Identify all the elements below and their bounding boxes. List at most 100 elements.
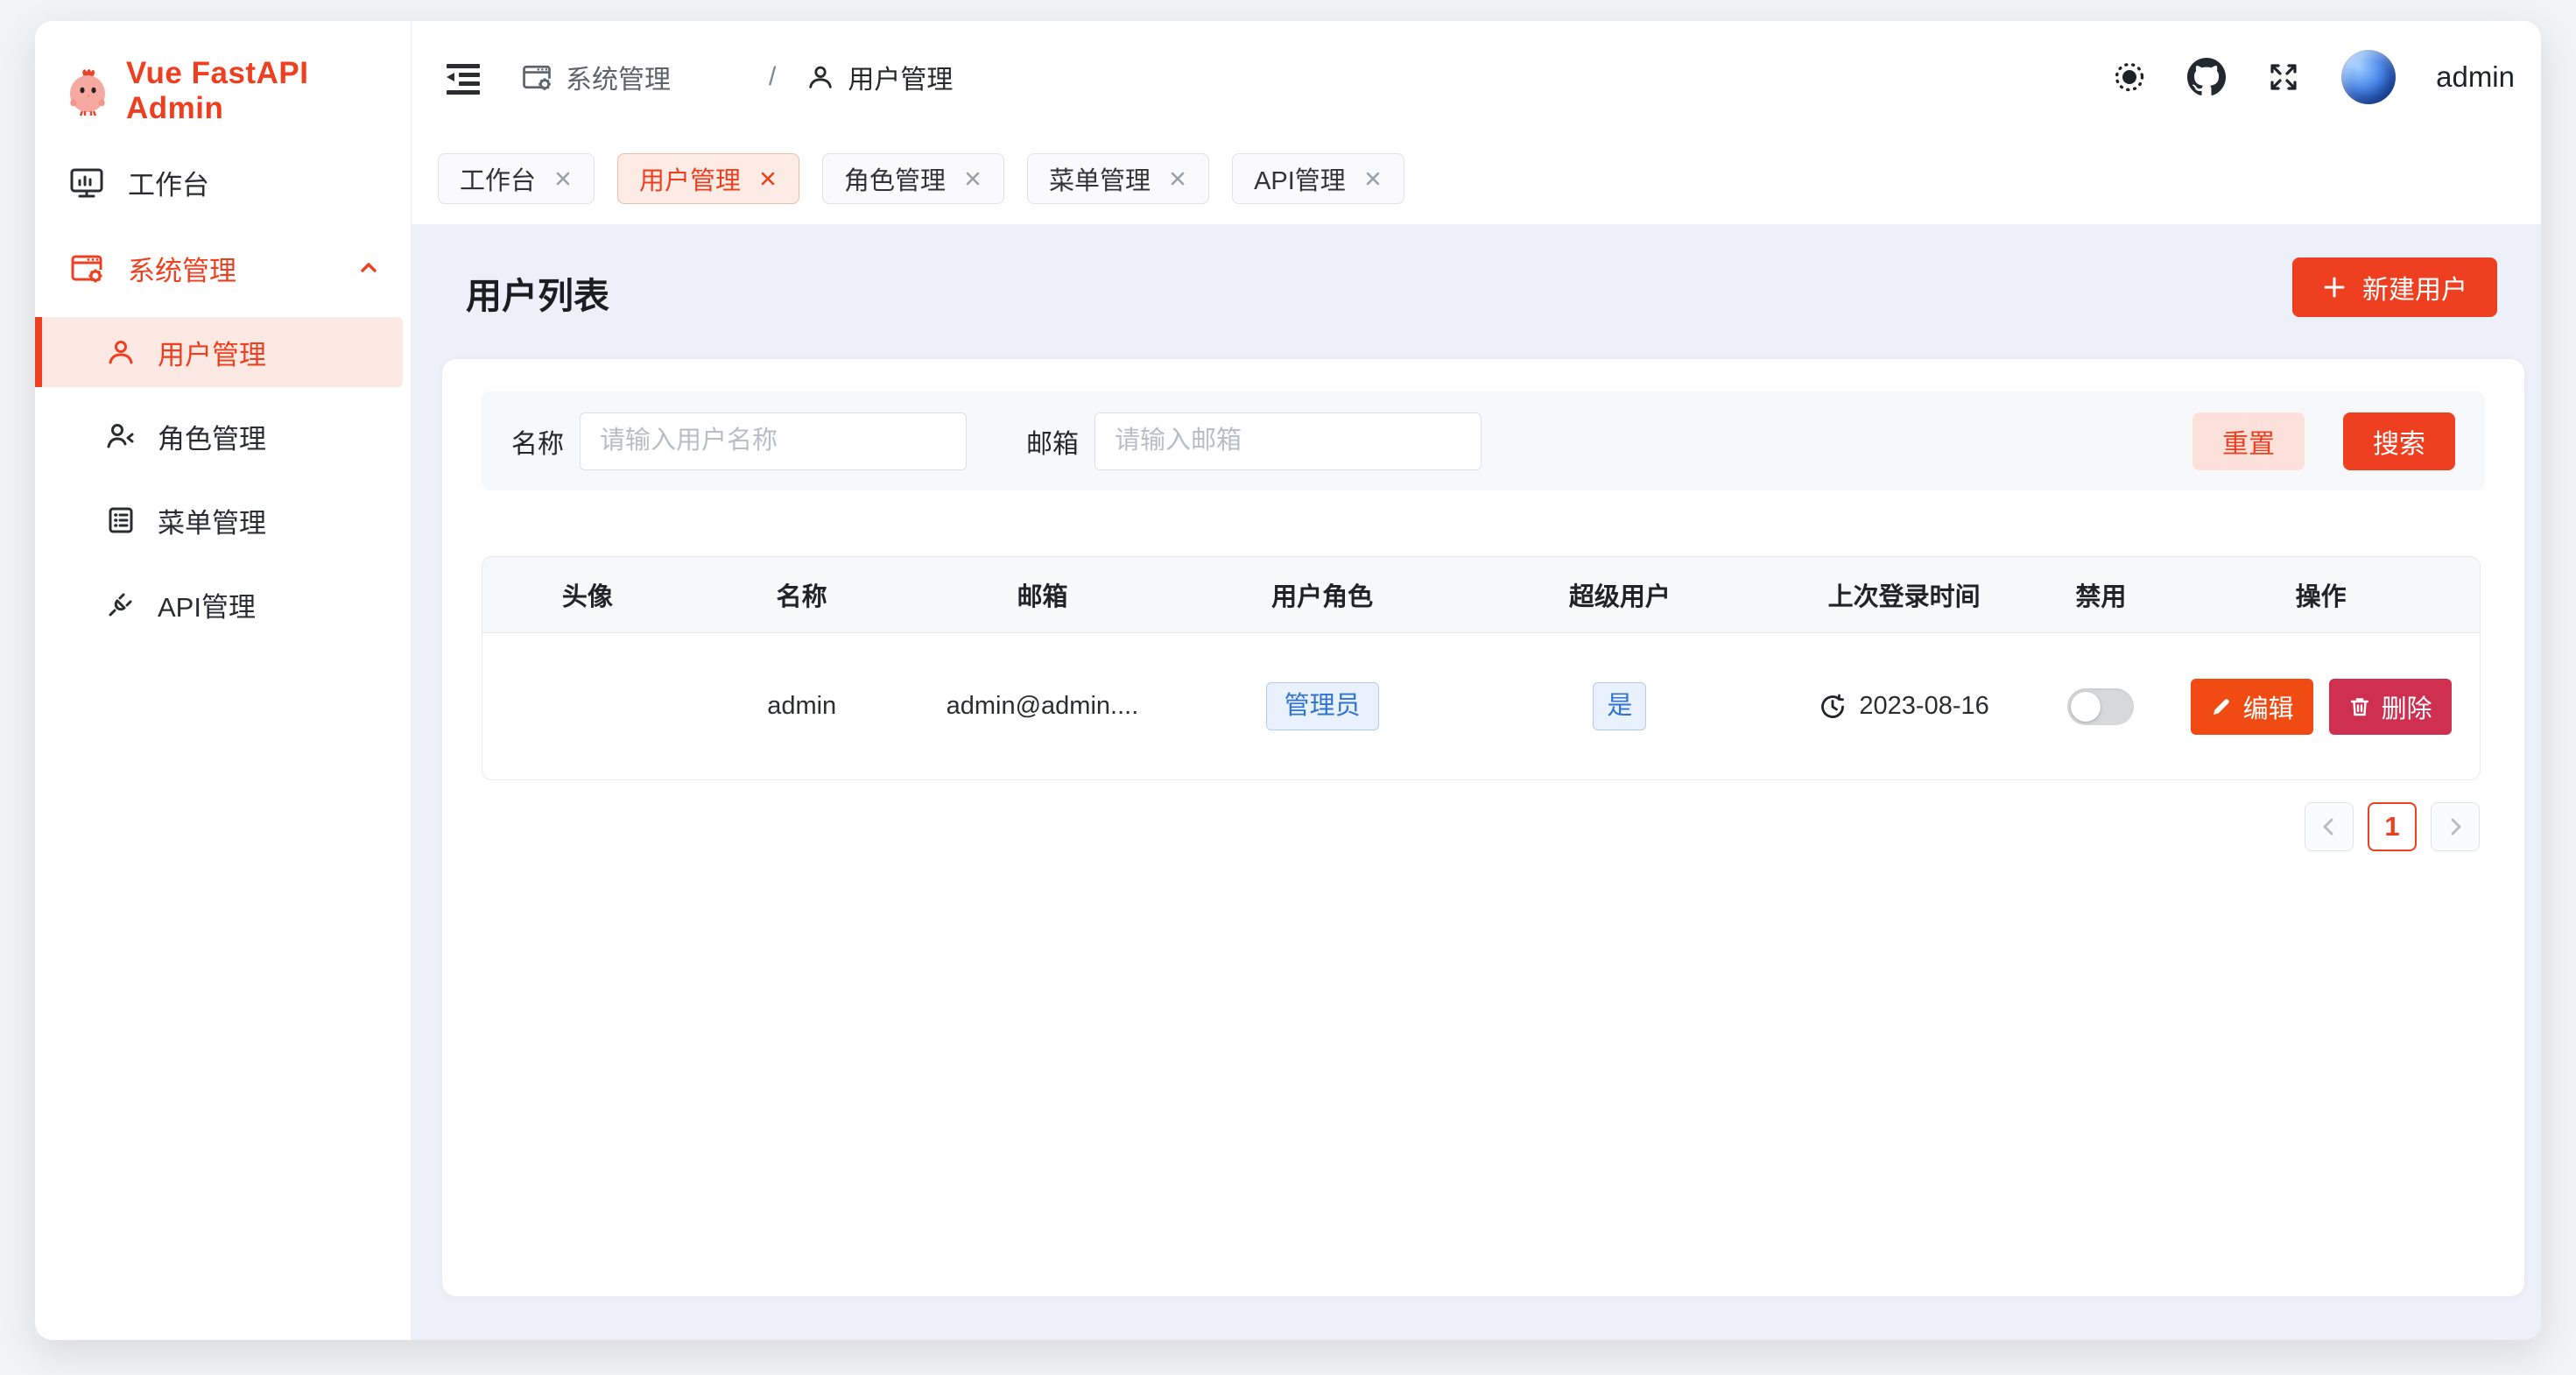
column-header-name: 名称: [693, 576, 911, 613]
close-icon[interactable]: [553, 169, 573, 188]
tab-users[interactable]: 用户管理: [617, 153, 799, 204]
topbar-actions: admin: [2112, 50, 2515, 104]
github-icon[interactable]: [2187, 58, 2226, 96]
sidebar-item-system[interactable]: 系统管理: [35, 231, 412, 305]
table-header-row: 头像 名称 邮箱 用户角色 超级用户 上次登录时间 禁用 操作: [482, 557, 2480, 633]
name-cell: admin: [693, 692, 911, 721]
topbar: 系统管理 / 用户管理: [412, 21, 2541, 133]
close-icon[interactable]: [758, 169, 778, 188]
tab-label: 菜单管理: [1049, 160, 1151, 197]
email-filter-input[interactable]: [1094, 412, 1482, 470]
system-gear-icon: [68, 250, 105, 286]
breadcrumb-label: 系统管理: [566, 58, 671, 96]
sidebar-menu: 工作台 系统管理: [35, 145, 412, 653]
column-header-role: 用户角色: [1173, 576, 1471, 613]
tab-label: 角色管理: [844, 160, 946, 197]
table-row: admin admin@admin.... 管理员 是: [482, 633, 2480, 779]
delete-button-label: 删除: [2382, 688, 2432, 725]
pencil-icon: [2210, 695, 2233, 718]
column-header-avatar: 头像: [482, 576, 693, 613]
main-content: 用户列表 新建用户 名称 邮箱 重置 搜索 头像 名称 邮: [412, 224, 2541, 1340]
user-avatar[interactable]: [2341, 50, 2396, 104]
sidebar-item-label: 系统管理: [128, 249, 236, 288]
trash-icon: [2348, 695, 2371, 718]
breadcrumb-item-system[interactable]: 系统管理: [520, 58, 739, 96]
pagination: 1: [2305, 802, 2480, 851]
last-login-date: 2023-08-16: [1859, 692, 1988, 721]
role-icon: [105, 420, 137, 452]
close-icon[interactable]: [1363, 169, 1383, 188]
close-icon[interactable]: [1168, 169, 1187, 188]
name-filter-input[interactable]: [580, 412, 967, 470]
sidebar-item-label: 用户管理: [158, 333, 266, 372]
sidebar-item-api[interactable]: API管理: [35, 569, 403, 639]
app-title: Vue FastAPI Admin: [126, 56, 411, 126]
disabled-toggle[interactable]: [2067, 688, 2134, 725]
new-user-button-label: 新建用户: [2362, 268, 2467, 307]
pagination-prev-button[interactable]: [2305, 802, 2354, 851]
name-filter-label: 名称: [511, 422, 564, 461]
breadcrumb-separator: /: [769, 62, 776, 92]
filter-bar: 名称 邮箱 重置 搜索: [482, 391, 2485, 490]
sidebar-item-users[interactable]: 用户管理: [35, 317, 403, 387]
search-button[interactable]: 搜索: [2343, 412, 2455, 470]
breadcrumb: 系统管理 / 用户管理: [520, 58, 1068, 96]
email-cell: admin@admin....: [911, 692, 1174, 721]
sidebar-item-label: API管理: [158, 585, 256, 624]
clock-icon: [1819, 693, 1847, 721]
users-table: 头像 名称 邮箱 用户角色 超级用户 上次登录时间 禁用 操作 admin ad…: [482, 556, 2481, 780]
tab-label: 工作台: [460, 160, 536, 197]
column-header-email: 邮箱: [911, 576, 1174, 613]
tab-roles[interactable]: 角色管理: [822, 153, 1004, 204]
monitor-icon: [68, 164, 105, 201]
theme-toggle-sun-icon[interactable]: [2112, 60, 2147, 95]
column-header-superuser: 超级用户: [1471, 576, 1769, 613]
user-list-card: 名称 邮箱 重置 搜索 头像 名称 邮箱 用户角色 超级用户 上次登录时间 禁用…: [442, 359, 2524, 1296]
app-logo[interactable]: Vue FastAPI Admin: [65, 56, 411, 126]
column-header-actions: 操作: [2162, 576, 2480, 613]
pagination-next-button[interactable]: [2431, 802, 2480, 851]
role-tag: 管理员: [1266, 682, 1379, 730]
tabbar: 工作台 用户管理 角色管理 菜单管理 API管理: [412, 133, 2541, 224]
superuser-cell: 是: [1471, 682, 1769, 730]
sidebar-item-label: 角色管理: [158, 417, 266, 456]
plus-icon: [2322, 275, 2347, 300]
tab-workbench[interactable]: 工作台: [438, 153, 595, 204]
menu-list-icon: [105, 504, 137, 536]
sidebar-item-menus[interactable]: 菜单管理: [35, 485, 403, 555]
collapse-sidebar-button[interactable]: [443, 59, 483, 95]
chick-logo-icon: [65, 66, 112, 116]
sidebar-item-roles[interactable]: 角色管理: [35, 401, 403, 471]
tab-api[interactable]: API管理: [1232, 153, 1404, 204]
new-user-button[interactable]: 新建用户: [2292, 257, 2497, 317]
column-header-last-login: 上次登录时间: [1769, 576, 2040, 613]
sidebar-item-label: 菜单管理: [158, 501, 266, 540]
last-login-cell: 2023-08-16: [1769, 692, 2040, 721]
close-icon[interactable]: [963, 169, 982, 188]
role-cell: 管理员: [1173, 682, 1471, 730]
fullscreen-icon[interactable]: [2266, 60, 2301, 95]
email-filter-label: 邮箱: [1026, 422, 1079, 461]
system-gear-icon: [520, 60, 553, 94]
actions-cell: 编辑 删除: [2162, 679, 2480, 735]
plug-icon: [105, 589, 137, 620]
user-icon: [806, 62, 835, 92]
disabled-cell: [2039, 688, 2162, 725]
edit-button[interactable]: 编辑: [2191, 679, 2313, 735]
tab-menus[interactable]: 菜单管理: [1027, 153, 1209, 204]
sidebar-item-workbench[interactable]: 工作台: [35, 145, 412, 219]
sidebar: Vue FastAPI Admin 工作台: [35, 21, 412, 1340]
sidebar-item-label: 工作台: [128, 163, 209, 202]
user-icon: [105, 336, 137, 368]
edit-button-label: 编辑: [2243, 688, 2294, 725]
tab-label: API管理: [1254, 160, 1346, 197]
page-title: 用户列表: [466, 266, 609, 319]
reset-button[interactable]: 重置: [2192, 412, 2305, 470]
column-header-disabled: 禁用: [2039, 576, 2162, 613]
superuser-tag: 是: [1593, 682, 1646, 730]
username-label[interactable]: admin: [2436, 60, 2515, 94]
breadcrumb-item-users[interactable]: 用户管理: [806, 58, 1068, 96]
tab-label: 用户管理: [639, 160, 741, 197]
delete-button[interactable]: 删除: [2329, 679, 2452, 735]
pagination-page-1[interactable]: 1: [2368, 802, 2417, 851]
